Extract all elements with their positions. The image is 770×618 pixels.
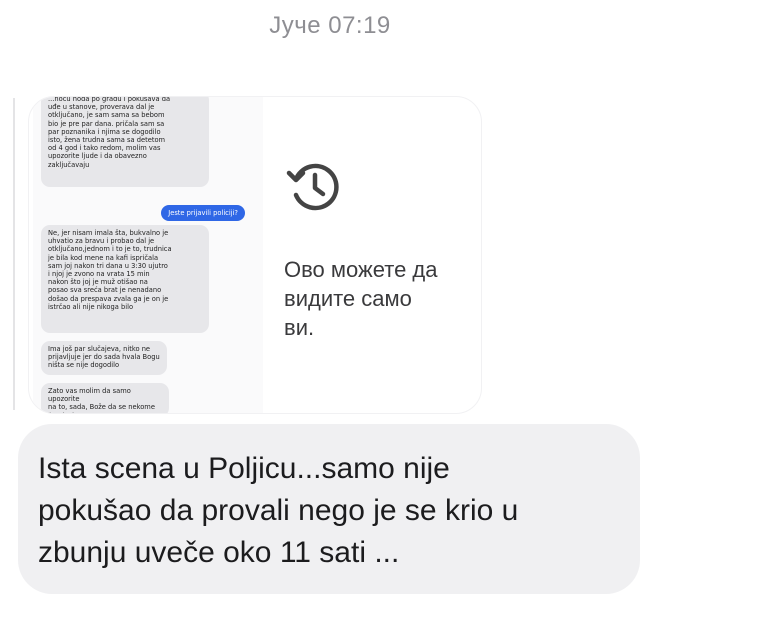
shared-image-card[interactable]: ...noću hoda po gradu i pokušava da uđe … [28, 96, 482, 414]
thumb-message-2: Jeste prijavili policiji? [161, 205, 245, 222]
message-text: Ista scena u Poljicu...samo nije pokušao… [38, 452, 519, 569]
thumb-message-5: Zato vas molim da samo upozorite na to, … [41, 383, 169, 413]
timestamp: Јуче 07:19 [269, 12, 391, 39]
thumb-message-4: Ima još par slučajeva, nitko ne prijavlj… [41, 341, 167, 375]
view-once-panel: Ово можете да видите само ви. [275, 97, 481, 413]
history-clock-icon [286, 163, 339, 211]
reply-indicator-line [13, 98, 15, 410]
shared-screenshot-thumbnail[interactable]: ...noću hoda po gradu i pokušava da uđe … [33, 97, 263, 413]
thumb-message-3: Ne, jer nisam imala šta, bukvalno je uhv… [41, 225, 209, 333]
view-once-notice: Ово можете да видите само ви. [284, 257, 438, 340]
message-bubble[interactable]: Ista scena u Poljicu...samo nije pokušao… [18, 424, 640, 594]
thumb-message-1: ...noću hoda po gradu i pokušava da uđe … [41, 97, 209, 187]
